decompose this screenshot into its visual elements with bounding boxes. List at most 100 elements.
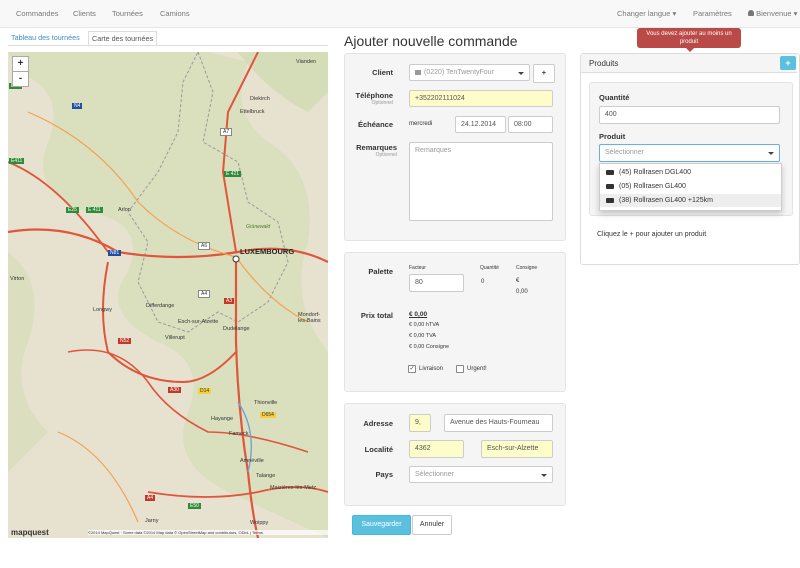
tooltip-arrow (686, 48, 694, 52)
chevron-down-icon: ▾ (672, 9, 677, 18)
road-shield: N81 (108, 250, 122, 256)
chevron-down-icon (541, 474, 547, 477)
map-view[interactable]: LUXEMBOURG Arlon Diekirch Ettelbruck Via… (8, 52, 328, 538)
address-number-input[interactable]: 9, (409, 414, 431, 432)
nav-commandes[interactable]: Commandes (16, 9, 59, 18)
phone-optional: Optionnel (371, 100, 393, 106)
quantity-header: Quantité (480, 265, 499, 271)
map-place-label: Grünewald (246, 224, 271, 230)
map-attribution[interactable]: ©2014 MapQuest · Some data ©2014 Map dat… (88, 530, 328, 535)
save-button[interactable]: Sauvegarder (352, 515, 411, 535)
total-htva: € 0,00 hTVA (409, 322, 440, 328)
delivery-label: Livraison (419, 366, 444, 372)
product-option[interactable]: (05) Rollrasen GL400 (600, 180, 781, 193)
road-shield: A4 (198, 290, 211, 298)
products-title: Produits (589, 59, 619, 68)
road-shield: E411 (9, 158, 25, 164)
map-place-label: Villerupt (165, 335, 185, 341)
country-label: Pays (375, 470, 393, 479)
map-place-label: Mondorf-les-Bains (298, 312, 321, 324)
road-shield: A3 (224, 298, 235, 304)
language-dropdown[interactable]: Changer langue ▾ (617, 9, 676, 18)
add-product-hint: Cliquez le + pour ajouter un produit (597, 231, 707, 238)
truck-icon (606, 183, 614, 189)
delivery-checkbox[interactable]: ✓ (408, 365, 416, 373)
client-select[interactable]: (0220) TenTwentyFour (409, 64, 530, 81)
postal-code-input[interactable]: 4362 (409, 440, 464, 458)
total-value: € 0,00 (409, 311, 428, 318)
due-label: Échéance (357, 120, 393, 129)
remarks-optional: Optionnel (375, 152, 397, 158)
add-client-button[interactable]: + (533, 64, 555, 83)
map-place-label: Fameck (229, 431, 249, 437)
product-quantity-input[interactable]: 400 (599, 106, 780, 124)
page-title: Ajouter nouvelle commande (344, 33, 518, 49)
zoom-out-button[interactable]: - (12, 71, 29, 87)
address-label: Adresse (363, 419, 393, 428)
due-time-input[interactable]: 08:00 (508, 116, 553, 133)
map-place-label: Jarny (145, 518, 159, 524)
urgent-label: Urgent! (467, 366, 487, 372)
product-placeholder: Sélectionner (605, 149, 644, 156)
remarks-label: Remarques (356, 143, 397, 152)
cancel-button[interactable]: Annuler (412, 515, 452, 535)
country-select[interactable]: Sélectionner (409, 466, 553, 483)
remarks-placeholder: Remarques (415, 147, 452, 154)
nav-settings[interactable]: Paramètres (693, 9, 732, 18)
user-icon (748, 10, 754, 16)
total-deposit: € 0,00 Consigne (409, 344, 450, 350)
product-option[interactable]: (45) Rollrasen DGL400 (600, 166, 781, 179)
zoom-in-button[interactable]: + (12, 56, 29, 72)
product-option-label: (45) Rollrasen DGL400 (619, 169, 691, 176)
nav-camions[interactable]: Camions (160, 9, 190, 18)
road-shield: A30 (168, 387, 181, 393)
truck-icon (606, 169, 614, 175)
factor-input[interactable]: 80 (409, 274, 464, 292)
road-shield: D14 (198, 388, 212, 394)
road-shield: D654 (260, 412, 276, 418)
road-shield: A7 (220, 128, 233, 136)
city-input[interactable]: Esch-sur-Alzette (481, 440, 553, 458)
tab-tableau[interactable]: Tableau des tournées (8, 31, 83, 45)
map-place-label: Maizières-lès-Metz (270, 485, 317, 491)
map-place-label: Vianden (296, 59, 317, 65)
product-dropdown-list: (45) Rollrasen DGL400 (05) Rollrasen GL4… (599, 163, 782, 211)
total-tva: € 0,00 TVA (409, 333, 437, 339)
product-option[interactable]: (38) Rollrasen GL400 +125km (600, 194, 781, 207)
nav-tournees[interactable]: Tournées (112, 9, 143, 18)
address-street-input[interactable]: Avenue des Hauts-Fourneau (444, 414, 553, 432)
product-option-label: (38) Rollrasen GL400 +125km (619, 197, 713, 204)
quantity-value: 0 (481, 279, 485, 285)
map-place-label: Ettelbruck (240, 109, 265, 115)
phone-input[interactable]: +352202111024 (409, 90, 553, 107)
map-place-label: Arlon (118, 207, 131, 213)
language-label: Changer langue (617, 9, 671, 18)
add-product-button[interactable]: + (780, 56, 796, 70)
product-label: Produit (599, 132, 626, 141)
country-placeholder: Sélectionner (415, 471, 454, 478)
road-shield: N4 (72, 103, 83, 109)
map-place-label: Diekirch (250, 96, 270, 102)
map-place-label: Hayange (211, 416, 234, 422)
nav-clients[interactable]: Clients (73, 9, 96, 18)
map-place-label: Talange (256, 473, 276, 479)
road-shield: N52 (118, 338, 132, 344)
user-menu[interactable]: Bienvenue ▾ (748, 9, 797, 18)
road-shield: A6 (198, 242, 211, 250)
remarks-textarea[interactable]: Remarques (409, 142, 553, 221)
map-place-label: Thionville (254, 400, 278, 406)
product-option-label: (05) Rollrasen GL400 (619, 183, 686, 190)
map-place-label: Longwy (93, 307, 112, 313)
chevron-down-icon: ▾ (793, 9, 798, 18)
pallet-label: Palette (368, 267, 393, 276)
product-select[interactable]: Sélectionner (599, 144, 780, 162)
map-place-label: LUXEMBOURG (240, 247, 295, 256)
due-date-input[interactable]: 24.12.2014 (455, 116, 506, 133)
factor-header: Facteur (409, 265, 426, 271)
welcome-label: Bienvenue (756, 9, 792, 18)
road-shield: E 411 (86, 207, 103, 213)
deposit-value: 0,00 (516, 289, 528, 295)
urgent-checkbox[interactable] (456, 365, 464, 373)
client-label: Client (372, 68, 393, 77)
road-shield: E 421 (224, 171, 242, 177)
